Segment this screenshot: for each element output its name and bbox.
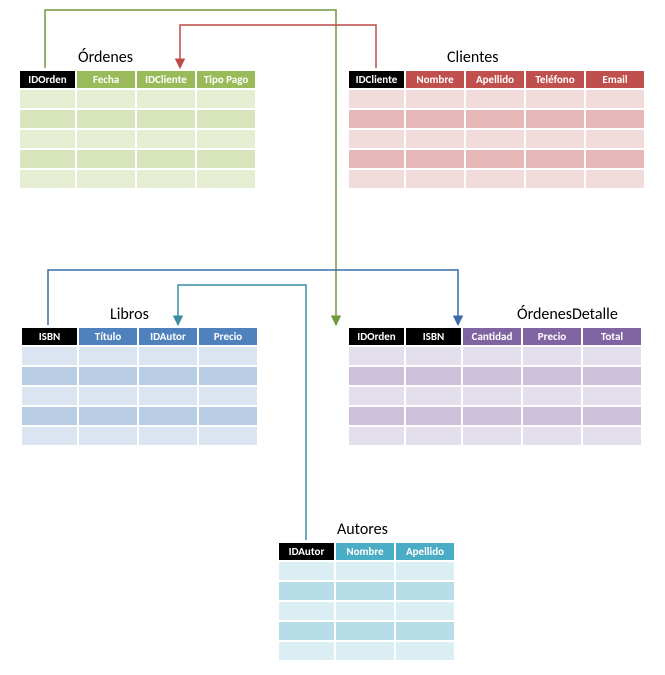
table-row [279, 562, 454, 580]
table-ordenes-detalle: ÓrdenesDetalle IDOrden ISBN Cantidad Pre… [347, 305, 643, 447]
col-header: IDAutor [279, 543, 334, 560]
table-row [20, 130, 255, 148]
col-header: Nombre [406, 71, 464, 88]
col-header: IDOrden [349, 328, 404, 345]
col-header: Tipo Pago [197, 71, 255, 88]
table-row [279, 602, 454, 620]
col-header: Total [583, 328, 641, 345]
table-row [349, 170, 644, 188]
col-header: Título [79, 328, 137, 345]
table-row [20, 90, 255, 108]
table-title-libros: Libros [20, 305, 259, 324]
table-row [349, 90, 644, 108]
table-row [22, 427, 257, 445]
col-header: IDAutor [139, 328, 197, 345]
table-autores: Autores IDAutor Nombre Apellido [277, 520, 456, 662]
col-header: Precio [523, 328, 581, 345]
table-row [20, 110, 255, 128]
table-title-ordenes-detalle: ÓrdenesDetalle [347, 305, 643, 324]
table-row [349, 130, 644, 148]
col-header: IDCliente [349, 71, 404, 88]
table-row [349, 347, 641, 365]
table-ordenes: Órdenes IDOrden Fecha IDCliente Tipo Pag… [18, 48, 257, 190]
col-header: IDOrden [20, 71, 75, 88]
table-row [279, 642, 454, 660]
col-header: Apellido [396, 543, 454, 560]
col-header: Precio [199, 328, 257, 345]
table-row [20, 150, 255, 168]
table-row [349, 110, 644, 128]
table-clientes: Clientes IDCliente Nombre Apellido Teléf… [347, 48, 646, 190]
table-row [349, 407, 641, 425]
col-header: ISBN [406, 328, 461, 345]
table-row [22, 367, 257, 385]
table-grid-ordenes-detalle: IDOrden ISBN Cantidad Precio Total [347, 326, 643, 447]
col-header: Fecha [77, 71, 135, 88]
table-row [22, 347, 257, 365]
table-grid-libros: ISBN Título IDAutor Precio [20, 326, 259, 447]
table-row [349, 150, 644, 168]
table-row [349, 387, 641, 405]
table-grid-autores: IDAutor Nombre Apellido [277, 541, 456, 662]
col-header: IDCliente [137, 71, 195, 88]
table-libros: Libros ISBN Título IDAutor Precio [20, 305, 259, 447]
table-row [349, 367, 641, 385]
col-header: Apellido [466, 71, 524, 88]
table-row [20, 170, 255, 188]
col-header: Email [586, 71, 644, 88]
table-row [22, 407, 257, 425]
table-grid-clientes: IDCliente Nombre Apellido Teléfono Email [347, 69, 646, 190]
table-title-clientes: Clientes [347, 48, 646, 67]
col-header: Cantidad [463, 328, 521, 345]
col-header: ISBN [22, 328, 77, 345]
table-row [279, 622, 454, 640]
table-title-autores: Autores [277, 520, 456, 539]
table-title-ordenes: Órdenes [18, 48, 257, 67]
col-header: Nombre [336, 543, 394, 560]
table-row [279, 582, 454, 600]
table-row [349, 427, 641, 445]
col-header: Teléfono [526, 71, 584, 88]
table-grid-ordenes: IDOrden Fecha IDCliente Tipo Pago [18, 69, 257, 190]
diagram-canvas: Órdenes IDOrden Fecha IDCliente Tipo Pag… [0, 0, 665, 675]
table-row [22, 387, 257, 405]
